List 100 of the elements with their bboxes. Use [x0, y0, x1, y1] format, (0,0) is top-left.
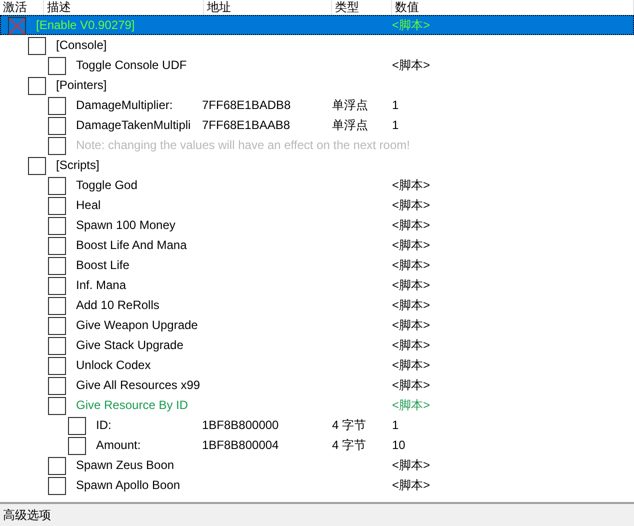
address-cell: 7FF68E1BAAB8 — [202, 118, 290, 132]
checkbox[interactable] — [48, 57, 66, 75]
table-row[interactable]: Inf. Mana <脚本> — [0, 275, 634, 295]
checkbox[interactable] — [48, 297, 66, 315]
checkbox[interactable] — [8, 17, 26, 35]
value-cell: <脚本> — [392, 338, 430, 352]
checkbox[interactable] — [48, 97, 66, 115]
table-row[interactable]: Spawn Zeus Boon <脚本> — [0, 455, 634, 475]
entry-description: Give Resource By ID — [75, 397, 188, 414]
checkbox[interactable] — [28, 157, 46, 175]
value-cell: <脚本> — [392, 18, 430, 32]
table-row[interactable]: [Scripts] — [0, 155, 634, 175]
table-row[interactable]: Give Resource By ID <脚本> — [0, 395, 634, 415]
table-row[interactable]: Give Weapon Upgrade <脚本> — [0, 315, 634, 335]
table-row[interactable]: Amount: 1BF8B800004 4 字节 10 — [0, 435, 634, 455]
value-cell: <脚本> — [392, 218, 430, 232]
checkbox[interactable] — [28, 77, 46, 95]
entry-description: Spawn Zeus Boon — [75, 457, 174, 474]
table-row[interactable]: Boost Life And Mana <脚本> — [0, 235, 634, 255]
entry-description: Heal — [75, 197, 101, 214]
checkbox[interactable] — [28, 37, 46, 55]
entry-description: DamageTakenMultipli — [75, 117, 191, 134]
table-row[interactable]: DamageTakenMultipli 7FF68E1BAAB8 单浮点 1 — [0, 115, 634, 135]
table-row[interactable]: Spawn 100 Money <脚本> — [0, 215, 634, 235]
value-cell: <脚本> — [392, 458, 430, 472]
table-row[interactable]: [Console] — [0, 35, 634, 55]
entry-description: [Console] — [55, 37, 107, 54]
entry-description: [Pointers] — [55, 77, 107, 94]
value-cell: <脚本> — [392, 178, 430, 192]
column-header[interactable]: 描述 — [47, 0, 71, 14]
checkbox[interactable] — [48, 277, 66, 295]
entry-description: [Enable V0.90279] — [35, 17, 135, 34]
value-cell: <脚本> — [392, 358, 430, 372]
checkbox[interactable] — [48, 177, 66, 195]
column-header[interactable]: 激活 — [3, 0, 27, 14]
entry-description: Spawn 100 Money — [75, 217, 176, 234]
entry-description: Boost Life — [75, 257, 130, 274]
table-row[interactable]: Toggle Console UDF <脚本> — [0, 55, 634, 75]
table-row[interactable]: Spawn Apollo Boon <脚本> — [0, 475, 634, 495]
table-row[interactable]: Give All Resources x99 <脚本> — [0, 375, 634, 395]
table-row[interactable]: Heal <脚本> — [0, 195, 634, 215]
entry-description: Unlock Codex — [75, 357, 151, 374]
table-row[interactable]: Add 10 ReRolls <脚本> — [0, 295, 634, 315]
value-cell: <脚本> — [392, 478, 430, 492]
table-row[interactable]: [Pointers] — [0, 75, 634, 95]
cross-icon — [9, 18, 25, 34]
checkbox[interactable] — [48, 457, 66, 475]
checkbox[interactable] — [68, 417, 86, 435]
checkbox[interactable] — [48, 217, 66, 235]
value-cell: <脚本> — [392, 318, 430, 332]
checkbox[interactable] — [48, 357, 66, 375]
value-cell: <脚本> — [392, 238, 430, 252]
checkbox[interactable] — [48, 117, 66, 135]
checkbox[interactable] — [48, 337, 66, 355]
type-cell: 单浮点 — [332, 118, 368, 132]
table-row[interactable]: ID: 1BF8B800000 4 字节 1 — [0, 415, 634, 435]
type-cell: 4 字节 — [332, 438, 366, 452]
entry-description: [Scripts] — [55, 157, 100, 174]
column-header[interactable]: 地址 — [207, 0, 231, 14]
checkbox[interactable] — [48, 377, 66, 395]
entry-description: Toggle God — [75, 177, 138, 194]
column-header[interactable]: 数值 — [395, 0, 419, 14]
checkbox[interactable] — [48, 397, 66, 415]
entry-description: Add 10 ReRolls — [75, 297, 160, 314]
entry-description: Inf. Mana — [75, 277, 126, 294]
checkbox[interactable] — [48, 197, 66, 215]
value-cell: 1 — [392, 98, 399, 112]
value-cell: <脚本> — [392, 278, 430, 292]
value-cell: <脚本> — [392, 378, 430, 392]
checkbox[interactable] — [48, 317, 66, 335]
table-row[interactable]: Give Stack Upgrade <脚本> — [0, 335, 634, 355]
value-cell: <脚本> — [392, 398, 430, 412]
entry-description: Spawn Apollo Boon — [75, 477, 180, 494]
value-cell: <脚本> — [392, 198, 430, 212]
column-header[interactable]: 类型 — [335, 0, 359, 14]
table-row[interactable]: Toggle God <脚本> — [0, 175, 634, 195]
checkbox[interactable] — [48, 237, 66, 255]
entry-description: Toggle Console UDF — [75, 57, 187, 74]
checkbox[interactable] — [48, 477, 66, 495]
address-cell: 7FF68E1BADB8 — [202, 98, 291, 112]
entry-description: Give Stack Upgrade — [75, 337, 184, 354]
value-cell: 1 — [392, 418, 399, 432]
entry-description: DamageMultiplier: — [75, 97, 173, 114]
value-cell: 10 — [392, 438, 406, 452]
entry-description: ID: — [95, 417, 112, 434]
address-cell: 1BF8B800004 — [202, 438, 279, 452]
entry-description: Note: changing the values will have an effect on the next room! — [75, 137, 410, 154]
table-row[interactable]: DamageMultiplier: 7FF68E1BADB8 单浮点 1 — [0, 95, 634, 115]
table-row[interactable]: Boost Life <脚本> — [0, 255, 634, 275]
checkbox[interactable] — [48, 137, 66, 155]
type-cell: 4 字节 — [332, 418, 366, 432]
checkbox[interactable] — [48, 257, 66, 275]
entry-description: Give Weapon Upgrade — [75, 317, 198, 334]
entry-description: Amount: — [95, 437, 141, 454]
advanced-options-label[interactable]: 高级选项 — [3, 506, 51, 524]
value-cell: 1 — [392, 118, 399, 132]
checkbox[interactable] — [68, 437, 86, 455]
table-row[interactable]: Unlock Codex <脚本> — [0, 355, 634, 375]
address-cell: 1BF8B800000 — [202, 418, 279, 432]
value-cell: <脚本> — [392, 58, 430, 72]
